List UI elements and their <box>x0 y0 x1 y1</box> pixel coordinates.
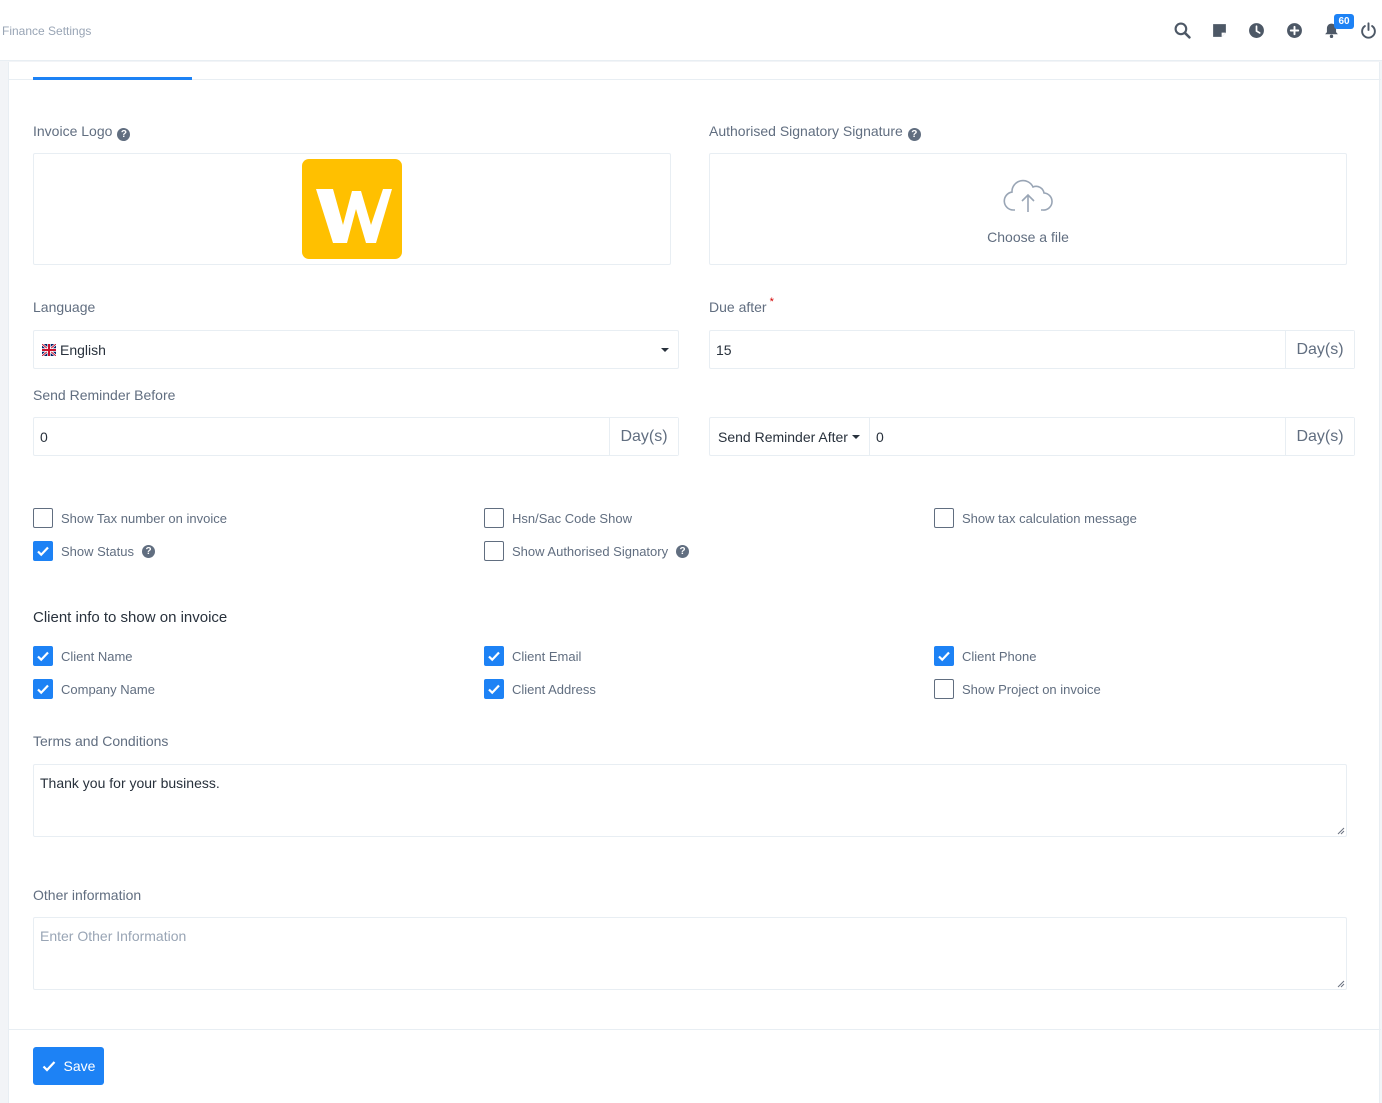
show-tax-number-checkbox[interactable] <box>33 508 53 528</box>
other-info-placeholder: Enter Other Information <box>40 928 187 944</box>
active-tab-indicator[interactable] <box>33 77 192 80</box>
question-circle-icon[interactable]: ? <box>117 128 131 141</box>
add-icon[interactable] <box>1284 20 1304 40</box>
signature-label: Authorised Signatory Signature? <box>709 123 921 141</box>
show-status-option[interactable]: Show Status ? <box>33 541 155 561</box>
tab-bar <box>9 79 1381 80</box>
chevron-down-icon <box>661 347 669 352</box>
language-select[interactable]: English <box>33 330 679 369</box>
cloud-upload-icon <box>1003 179 1053 212</box>
client-email-checkbox[interactable] <box>484 646 504 666</box>
terms-label: Terms and Conditions <box>33 733 169 749</box>
reminder-before-input[interactable]: 0 <box>34 429 609 445</box>
footer-divider <box>9 1029 1381 1030</box>
reminder-after-select[interactable]: Send Reminder After <box>710 418 870 455</box>
client-email-option[interactable]: Client Email <box>484 646 581 666</box>
show-status-checkbox[interactable] <box>33 541 53 561</box>
client-name-option[interactable]: Client Name <box>33 646 133 666</box>
tax-calc-message-option[interactable]: Show tax calculation message <box>934 508 1137 528</box>
reminder-after-field[interactable]: Send Reminder After 0 Day(s) <box>709 417 1355 456</box>
due-after-input[interactable]: 15 <box>710 342 1285 358</box>
due-after-unit: Day(s) <box>1285 331 1354 368</box>
due-after-field[interactable]: 15 Day(s) <box>709 330 1355 369</box>
company-name-option[interactable]: Company Name <box>33 679 155 699</box>
signature-upload[interactable]: Choose a file <box>709 153 1347 265</box>
page-title: Finance Settings <box>2 24 92 38</box>
show-project-checkbox[interactable] <box>934 679 954 699</box>
reminder-before-unit: Day(s) <box>609 418 678 455</box>
question-circle-icon[interactable]: ? <box>676 544 690 558</box>
invoice-logo-upload[interactable] <box>33 153 671 265</box>
due-after-label: Due after * <box>709 296 774 315</box>
language-value: English <box>60 341 106 358</box>
save-button[interactable]: Save <box>33 1047 104 1085</box>
show-project-option[interactable]: Show Project on invoice <box>934 679 1101 699</box>
show-signatory-checkbox[interactable] <box>484 541 504 561</box>
tax-calc-message-checkbox[interactable] <box>934 508 954 528</box>
terms-textarea[interactable]: Thank you for your business. <box>33 764 1347 837</box>
question-circle-icon[interactable]: ? <box>142 544 155 558</box>
hsn-sac-option[interactable]: Hsn/Sac Code Show <box>484 508 632 528</box>
sticky-note-icon[interactable] <box>1209 20 1229 40</box>
check-icon <box>42 1061 55 1072</box>
top-header: Finance Settings 60 <box>0 0 1382 61</box>
client-info-title: Client info to show on invoice <box>33 609 228 626</box>
client-phone-checkbox[interactable] <box>934 646 954 666</box>
question-circle-icon[interactable]: ? <box>907 128 921 141</box>
power-icon[interactable] <box>1358 20 1378 40</box>
reminder-before-label: Send Reminder Before <box>33 387 176 403</box>
reminder-before-field[interactable]: 0 Day(s) <box>33 417 679 456</box>
clock-icon[interactable] <box>1246 20 1266 40</box>
chevron-down-icon <box>851 434 860 439</box>
client-name-checkbox[interactable] <box>33 646 53 666</box>
settings-card: Invoice Logo? Authorised Signatory Signa… <box>8 62 1381 1103</box>
show-tax-number-option[interactable]: Show Tax number on invoice <box>33 508 227 528</box>
choose-file-text: Choose a file <box>987 229 1069 245</box>
company-logo <box>302 159 402 259</box>
uk-flag-icon <box>42 343 56 356</box>
reminder-after-unit: Day(s) <box>1285 418 1354 455</box>
other-info-label: Other information <box>33 887 142 903</box>
language-label: Language <box>33 299 96 315</box>
invoice-logo-label: Invoice Logo? <box>33 123 131 141</box>
notification-badge: 60 <box>1334 14 1354 29</box>
client-address-option[interactable]: Client Address <box>484 679 596 699</box>
company-name-checkbox[interactable] <box>33 679 53 699</box>
other-info-textarea[interactable]: Enter Other Information <box>33 917 1347 990</box>
search-icon[interactable] <box>1172 20 1192 40</box>
resize-handle-icon[interactable] <box>1337 827 1345 835</box>
show-signatory-option[interactable]: Show Authorised Signatory ? <box>484 541 690 561</box>
reminder-after-input[interactable]: 0 <box>870 429 1285 445</box>
resize-handle-icon[interactable] <box>1337 980 1345 988</box>
hsn-sac-checkbox[interactable] <box>484 508 504 528</box>
client-address-checkbox[interactable] <box>484 679 504 699</box>
client-phone-option[interactable]: Client Phone <box>934 646 1036 666</box>
